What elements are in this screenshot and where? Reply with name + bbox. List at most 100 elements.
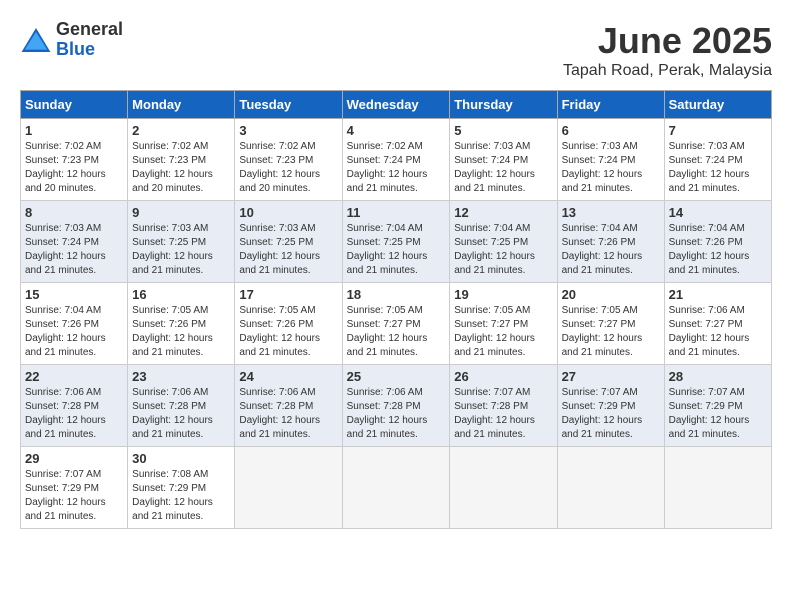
- calendar-week-row: 15 Sunrise: 7:04 AMSunset: 7:26 PMDayligh…: [21, 283, 772, 365]
- day-info: Sunrise: 7:03 AMSunset: 7:24 PMDaylight:…: [25, 222, 123, 278]
- calendar-cell: [557, 447, 664, 529]
- column-header-tuesday: Tuesday: [235, 91, 342, 119]
- day-number: 23: [132, 369, 230, 384]
- calendar-cell: 22Sunrise: 7:06 AMSunset: 7:28 PMDayligh…: [21, 365, 128, 447]
- calendar-week-row: 8 Sunrise: 7:03 AMSunset: 7:24 PMDaylight…: [21, 201, 772, 283]
- day-number: 6: [562, 123, 660, 138]
- day-number: 18: [347, 287, 446, 302]
- day-info: Sunrise: 7:07 AMSunset: 7:29 PMDaylight:…: [25, 468, 123, 524]
- day-number: 5: [454, 123, 552, 138]
- day-number: 30: [132, 451, 230, 466]
- column-header-friday: Friday: [557, 91, 664, 119]
- calendar-cell: 16Sunrise: 7:05 AMSunset: 7:26 PMDayligh…: [128, 283, 235, 365]
- day-info: Sunrise: 7:02 AMSunset: 7:23 PMDaylight:…: [25, 140, 123, 196]
- day-info: Sunrise: 7:04 AMSunset: 7:26 PMDaylight:…: [562, 222, 660, 278]
- calendar-cell: [450, 447, 557, 529]
- day-info: Sunrise: 7:02 AMSunset: 7:23 PMDaylight:…: [239, 140, 337, 196]
- calendar-cell: 5 Sunrise: 7:03 AMSunset: 7:24 PMDaylight…: [450, 119, 557, 201]
- day-info: Sunrise: 7:06 AMSunset: 7:27 PMDaylight:…: [669, 304, 767, 360]
- day-info: Sunrise: 7:07 AMSunset: 7:29 PMDaylight:…: [669, 386, 767, 442]
- calendar-cell: 28 Sunrise: 7:07 AMSunset: 7:29 PMDayligh…: [664, 365, 771, 447]
- calendar-week-row: 1 Sunrise: 7:02 AMSunset: 7:23 PMDaylight…: [21, 119, 772, 201]
- calendar-week-row: 29 Sunrise: 7:07 AMSunset: 7:29 PMDayligh…: [21, 447, 772, 529]
- day-number: 17: [239, 287, 337, 302]
- calendar-cell: 15 Sunrise: 7:04 AMSunset: 7:26 PMDayligh…: [21, 283, 128, 365]
- logo-general: General: [56, 20, 123, 40]
- calendar-cell: 20Sunrise: 7:05 AMSunset: 7:27 PMDayligh…: [557, 283, 664, 365]
- day-number: 1: [25, 123, 123, 138]
- day-number: 24: [239, 369, 337, 384]
- page-header: General Blue June 2025 Tapah Road, Perak…: [20, 20, 772, 80]
- location-title: Tapah Road, Perak, Malaysia: [563, 62, 772, 80]
- logo: General Blue: [20, 20, 123, 60]
- day-number: 13: [562, 205, 660, 220]
- day-number: 28: [669, 369, 767, 384]
- day-info: Sunrise: 7:02 AMSunset: 7:24 PMDaylight:…: [347, 140, 446, 196]
- logo-blue: Blue: [56, 40, 123, 60]
- column-header-wednesday: Wednesday: [342, 91, 450, 119]
- calendar-cell: 6 Sunrise: 7:03 AMSunset: 7:24 PMDaylight…: [557, 119, 664, 201]
- calendar-header-row: SundayMondayTuesdayWednesdayThursdayFrid…: [21, 91, 772, 119]
- day-number: 10: [239, 205, 337, 220]
- day-info: Sunrise: 7:03 AMSunset: 7:25 PMDaylight:…: [132, 222, 230, 278]
- day-info: Sunrise: 7:03 AMSunset: 7:25 PMDaylight:…: [239, 222, 337, 278]
- day-info: Sunrise: 7:07 AMSunset: 7:29 PMDaylight:…: [562, 386, 660, 442]
- calendar-cell: 12Sunrise: 7:04 AMSunset: 7:25 PMDayligh…: [450, 201, 557, 283]
- day-info: Sunrise: 7:03 AMSunset: 7:24 PMDaylight:…: [562, 140, 660, 196]
- calendar-cell: 10 Sunrise: 7:03 AMSunset: 7:25 PMDayligh…: [235, 201, 342, 283]
- day-info: Sunrise: 7:05 AMSunset: 7:27 PMDaylight:…: [347, 304, 446, 360]
- calendar-cell: 8 Sunrise: 7:03 AMSunset: 7:24 PMDaylight…: [21, 201, 128, 283]
- day-info: Sunrise: 7:02 AMSunset: 7:23 PMDaylight:…: [132, 140, 230, 196]
- calendar-table: SundayMondayTuesdayWednesdayThursdayFrid…: [20, 90, 772, 529]
- day-info: Sunrise: 7:04 AMSunset: 7:25 PMDaylight:…: [454, 222, 552, 278]
- calendar-cell: 14Sunrise: 7:04 AMSunset: 7:26 PMDayligh…: [664, 201, 771, 283]
- day-info: Sunrise: 7:06 AMSunset: 7:28 PMDaylight:…: [347, 386, 446, 442]
- calendar-cell: 21 Sunrise: 7:06 AMSunset: 7:27 PMDayligh…: [664, 283, 771, 365]
- day-info: Sunrise: 7:04 AMSunset: 7:26 PMDaylight:…: [25, 304, 123, 360]
- day-number: 29: [25, 451, 123, 466]
- day-info: Sunrise: 7:05 AMSunset: 7:27 PMDaylight:…: [454, 304, 552, 360]
- day-info: Sunrise: 7:08 AMSunset: 7:29 PMDaylight:…: [132, 468, 230, 524]
- day-info: Sunrise: 7:03 AMSunset: 7:24 PMDaylight:…: [454, 140, 552, 196]
- month-title: June 2025: [563, 20, 772, 62]
- day-number: 19: [454, 287, 552, 302]
- calendar-cell: 26Sunrise: 7:07 AMSunset: 7:28 PMDayligh…: [450, 365, 557, 447]
- day-number: 15: [25, 287, 123, 302]
- logo-text: General Blue: [56, 20, 123, 60]
- calendar-cell: 7 Sunrise: 7:03 AMSunset: 7:24 PMDaylight…: [664, 119, 771, 201]
- day-number: 20: [562, 287, 660, 302]
- calendar-cell: 17 Sunrise: 7:05 AMSunset: 7:26 PMDayligh…: [235, 283, 342, 365]
- logo-icon: [20, 24, 52, 56]
- day-info: Sunrise: 7:03 AMSunset: 7:24 PMDaylight:…: [669, 140, 767, 196]
- calendar-cell: 24Sunrise: 7:06 AMSunset: 7:28 PMDayligh…: [235, 365, 342, 447]
- day-number: 21: [669, 287, 767, 302]
- calendar-cell: 11Sunrise: 7:04 AMSunset: 7:25 PMDayligh…: [342, 201, 450, 283]
- day-number: 25: [347, 369, 446, 384]
- calendar-week-row: 22Sunrise: 7:06 AMSunset: 7:28 PMDayligh…: [21, 365, 772, 447]
- calendar-cell: 25 Sunrise: 7:06 AMSunset: 7:28 PMDayligh…: [342, 365, 450, 447]
- day-number: 9: [132, 205, 230, 220]
- day-number: 27: [562, 369, 660, 384]
- day-number: 3: [239, 123, 337, 138]
- calendar-cell: 1 Sunrise: 7:02 AMSunset: 7:23 PMDaylight…: [21, 119, 128, 201]
- day-info: Sunrise: 7:04 AMSunset: 7:26 PMDaylight:…: [669, 222, 767, 278]
- calendar-cell: 19 Sunrise: 7:05 AMSunset: 7:27 PMDayligh…: [450, 283, 557, 365]
- calendar-cell: 29 Sunrise: 7:07 AMSunset: 7:29 PMDayligh…: [21, 447, 128, 529]
- calendar-cell: 18 Sunrise: 7:05 AMSunset: 7:27 PMDayligh…: [342, 283, 450, 365]
- day-info: Sunrise: 7:07 AMSunset: 7:28 PMDaylight:…: [454, 386, 552, 442]
- day-info: Sunrise: 7:04 AMSunset: 7:25 PMDaylight:…: [347, 222, 446, 278]
- column-header-saturday: Saturday: [664, 91, 771, 119]
- calendar-cell: 4Sunrise: 7:02 AMSunset: 7:24 PMDaylight…: [342, 119, 450, 201]
- day-number: 7: [669, 123, 767, 138]
- day-number: 16: [132, 287, 230, 302]
- day-info: Sunrise: 7:06 AMSunset: 7:28 PMDaylight:…: [25, 386, 123, 442]
- day-number: 8: [25, 205, 123, 220]
- calendar-cell: 30 Sunrise: 7:08 AMSunset: 7:29 PMDayligh…: [128, 447, 235, 529]
- calendar-cell: 27 Sunrise: 7:07 AMSunset: 7:29 PMDayligh…: [557, 365, 664, 447]
- column-header-sunday: Sunday: [21, 91, 128, 119]
- day-info: Sunrise: 7:05 AMSunset: 7:26 PMDaylight:…: [239, 304, 337, 360]
- day-number: 2: [132, 123, 230, 138]
- calendar-cell: 9 Sunrise: 7:03 AMSunset: 7:25 PMDaylight…: [128, 201, 235, 283]
- column-header-monday: Monday: [128, 91, 235, 119]
- calendar-cell: 13 Sunrise: 7:04 AMSunset: 7:26 PMDayligh…: [557, 201, 664, 283]
